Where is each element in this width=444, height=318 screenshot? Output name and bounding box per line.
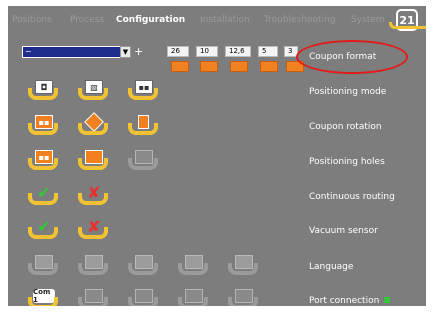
language-flag-5[interactable] (228, 253, 262, 275)
margin-dimension-icon (260, 61, 278, 72)
logo-underline (389, 22, 426, 29)
positioning-mode-option-3[interactable]: ▪▪ (128, 78, 162, 100)
port-connection-text: Port connection (309, 296, 380, 306)
port-com1-button[interactable]: Com 1 (28, 287, 62, 306)
holes-option-3[interactable] (128, 148, 162, 170)
row-label-positioning-holes: Positioning holes (309, 157, 385, 167)
tab-process[interactable]: Process (70, 15, 104, 25)
offset-dimension-icon (230, 61, 248, 72)
row-label-coupon-rotation: Coupon rotation (309, 122, 382, 132)
language-flag-4[interactable] (178, 253, 212, 275)
tab-system[interactable]: System (351, 15, 385, 25)
continuous-routing-off[interactable]: ✘ (78, 183, 112, 205)
format-width-field[interactable]: 26 (167, 46, 189, 57)
rotation-option-45[interactable] (78, 112, 112, 135)
language-flag-3[interactable] (128, 253, 162, 275)
port-option-5[interactable] (228, 287, 262, 306)
language-flag-1[interactable] (28, 253, 62, 275)
continuous-routing-on[interactable]: ✔ (28, 183, 62, 205)
holes-option-1[interactable]: ▪▪ (28, 148, 62, 170)
rotation-option-90[interactable] (128, 113, 162, 135)
port-option-3[interactable] (128, 287, 162, 306)
row-label-continuous-routing: Continuous routing (309, 192, 395, 202)
positioning-mode-option-1[interactable]: ◘ (28, 78, 62, 100)
format-height-field[interactable]: 10 (196, 46, 218, 57)
row-label-positioning-mode: Positioning mode (309, 87, 387, 97)
width-dimension-icon (171, 61, 189, 72)
row-label-vacuum-sensor: Vacuum sensor (309, 226, 378, 236)
tab-installation[interactable]: Installation (200, 15, 250, 25)
rotation-option-0[interactable]: ▪▪ (28, 113, 62, 135)
row-label-coupon-format: Coupon format (309, 52, 377, 62)
language-flag-2[interactable] (78, 253, 112, 275)
holes-option-2[interactable] (78, 148, 112, 170)
positioning-mode-option-2[interactable]: ▧ (78, 78, 112, 100)
tab-troubleshooting[interactable]: Troubleshooting (264, 15, 336, 25)
status-ok-icon (384, 297, 391, 303)
vacuum-sensor-on[interactable]: ✔ (28, 217, 62, 239)
tab-configuration[interactable]: Configuration (116, 15, 185, 25)
add-format-button[interactable]: + (134, 45, 143, 58)
tab-positions[interactable]: Positions (12, 15, 52, 25)
vacuum-sensor-off[interactable]: ✘ (78, 217, 112, 239)
dropdown-arrow-icon[interactable]: ▼ (120, 46, 131, 58)
configuration-screen: Positions Process Configuration Installa… (8, 6, 426, 306)
format-margin-field[interactable]: 5 (258, 46, 278, 57)
port-option-4[interactable] (178, 287, 212, 306)
row-label-port-connection: Port connection (309, 296, 391, 306)
coupon-format-dropdown[interactable]: ~ (22, 46, 122, 58)
row-label-language: Language (309, 262, 354, 272)
height-dimension-icon (200, 61, 218, 72)
port-option-2[interactable] (78, 287, 112, 306)
format-offset-field[interactable]: 12,6 (225, 46, 251, 57)
